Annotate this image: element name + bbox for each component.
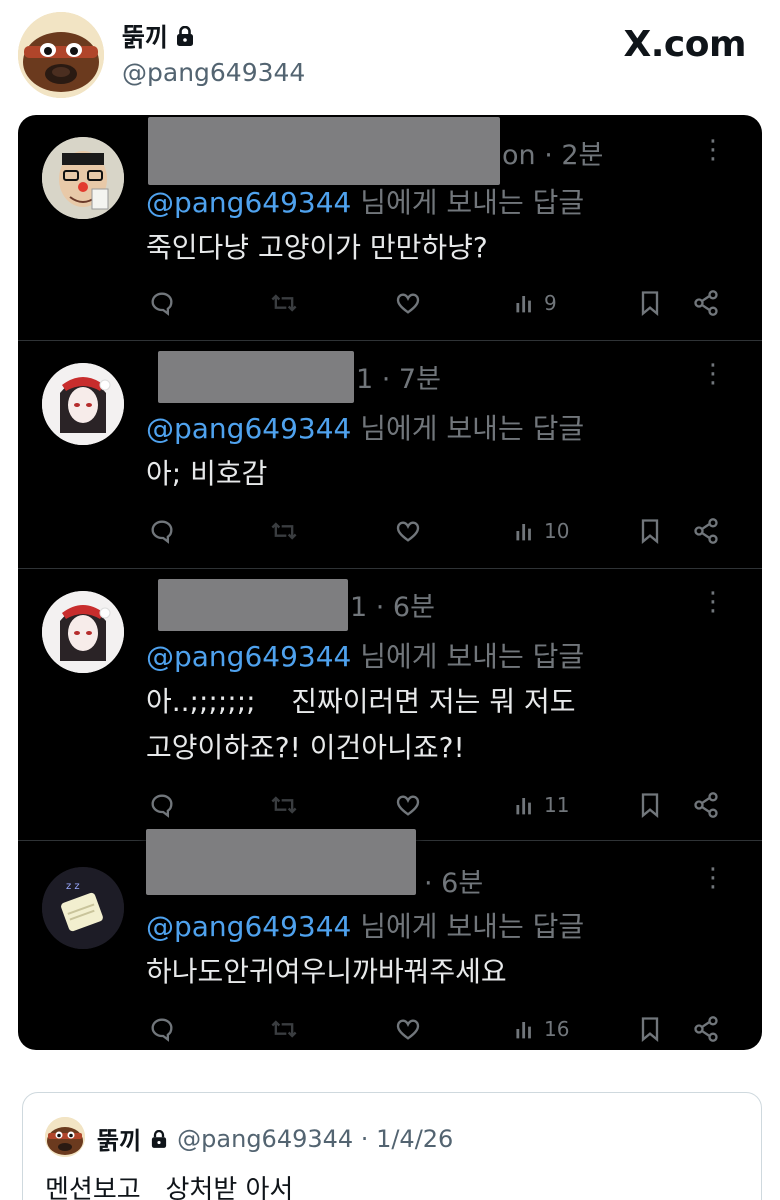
redacted-name xyxy=(158,579,348,631)
redacted-name xyxy=(146,829,416,895)
reply-icon[interactable] xyxy=(148,791,176,819)
redacted-name xyxy=(158,351,354,403)
quote-avatar[interactable] xyxy=(45,1117,85,1157)
svg-text:z z: z z xyxy=(66,881,80,892)
bookmark-icon[interactable] xyxy=(636,517,664,545)
reply-avatar[interactable] xyxy=(42,137,124,219)
views-icon xyxy=(516,1022,531,1039)
reply-item: z z · 6분 ⋮ @pang649344 님에게 보내는 답글 하나도안귀여… xyxy=(18,829,762,1050)
views-count[interactable]: 10 xyxy=(512,517,569,545)
views-count[interactable]: 11 xyxy=(512,791,569,819)
like-icon[interactable] xyxy=(394,289,422,317)
quote-text: 멘션보고 상처받 아서 xyxy=(45,1175,294,1200)
action-bar: 9 xyxy=(146,289,736,319)
share-icon[interactable] xyxy=(692,289,720,317)
views-count[interactable]: 9 xyxy=(512,289,557,317)
reply-meta: · 6분 xyxy=(424,868,484,899)
more-icon[interactable]: ⋮ xyxy=(700,361,726,387)
like-icon[interactable] xyxy=(394,1015,422,1043)
views-count[interactable]: 16 xyxy=(512,1015,569,1043)
retweet-icon[interactable] xyxy=(270,289,298,317)
reply-text-line-2: 고양이하죠?! 이건아니죠?! xyxy=(146,731,465,764)
replying-to: @pang649344 님에게 보내는 답글 xyxy=(146,910,585,943)
user-handle[interactable]: @pang649344 xyxy=(122,58,305,87)
share-icon[interactable] xyxy=(692,517,720,545)
redacted-name xyxy=(148,117,500,185)
site-logo: X.com xyxy=(623,24,746,65)
replies-screenshot: on · 2분 ⋮ @pang649344 님에게 보내는 답글 죽인다냥 고양… xyxy=(18,115,762,1050)
reply-icon[interactable] xyxy=(148,1015,176,1043)
reply-avatar[interactable] xyxy=(42,591,124,673)
retweet-icon[interactable] xyxy=(270,517,298,545)
mention-link[interactable]: @pang649344 xyxy=(146,412,351,445)
reply-meta: 1 · 7분 xyxy=(356,364,441,395)
reply-icon[interactable] xyxy=(148,289,176,317)
views-icon xyxy=(516,296,531,313)
bookmark-icon[interactable] xyxy=(636,791,664,819)
like-icon[interactable] xyxy=(394,791,422,819)
retweet-icon[interactable] xyxy=(270,791,298,819)
more-icon[interactable]: ⋮ xyxy=(700,137,726,163)
reply-text-line-1: 아..;;;;;;; 진짜이러면 저는 뭐 저도 xyxy=(146,685,576,718)
views-icon xyxy=(516,798,531,815)
quote-handle-date: @pang649344 · 1/4/26 xyxy=(177,1124,454,1153)
more-icon[interactable]: ⋮ xyxy=(700,865,726,891)
reply-text: 아; 비호감 xyxy=(146,457,268,490)
reply-item: 1 · 7분 ⋮ @pang649344 님에게 보내는 답글 아; 비호감 1… xyxy=(18,341,762,569)
quoted-post[interactable]: 뚥끼 @pang649344 · 1/4/26 멘션보고 상처받 아서 xyxy=(22,1092,762,1200)
action-bar: 16 xyxy=(146,1015,736,1045)
lock-icon xyxy=(152,1129,167,1148)
reply-meta: on · 2분 xyxy=(502,140,604,171)
reply-item: 1 · 6분 ⋮ @pang649344 님에게 보내는 답글 아..;;;;;… xyxy=(18,569,762,841)
reply-icon[interactable] xyxy=(148,517,176,545)
like-icon[interactable] xyxy=(394,517,422,545)
mention-link[interactable]: @pang649344 xyxy=(146,186,351,219)
replying-to: @pang649344 님에게 보내는 답글 xyxy=(146,640,585,673)
quote-display-name[interactable]: 뚥끼 xyxy=(97,1121,141,1156)
reply-meta: 1 · 6분 xyxy=(350,592,435,623)
mention-link[interactable]: @pang649344 xyxy=(146,640,351,673)
replying-to: @pang649344 님에게 보내는 답글 xyxy=(146,412,585,445)
retweet-icon[interactable] xyxy=(270,1015,298,1043)
profile-avatar[interactable] xyxy=(18,12,104,98)
more-icon[interactable]: ⋮ xyxy=(700,589,726,615)
replying-to: @pang649344 님에게 보내는 답글 xyxy=(146,186,585,219)
action-bar: 10 xyxy=(146,517,736,547)
action-bar: 11 xyxy=(146,791,736,821)
bookmark-icon[interactable] xyxy=(636,1015,664,1043)
post-header: 뚥끼 @pang649344 X.com xyxy=(0,0,780,110)
share-icon[interactable] xyxy=(692,1015,720,1043)
reply-text: 하나도안귀여우니까바꿔주세요 xyxy=(146,955,507,988)
lock-icon xyxy=(177,26,194,46)
display-name[interactable]: 뚥끼 xyxy=(122,18,168,54)
share-icon[interactable] xyxy=(692,791,720,819)
bookmark-icon[interactable] xyxy=(636,289,664,317)
mention-link[interactable]: @pang649344 xyxy=(146,910,351,943)
views-icon xyxy=(516,524,531,541)
reply-avatar[interactable] xyxy=(42,363,124,445)
reply-item: on · 2분 ⋮ @pang649344 님에게 보내는 답글 죽인다냥 고양… xyxy=(18,115,762,341)
reply-text: 죽인다냥 고양이가 만만하냥? xyxy=(146,231,488,264)
reply-avatar[interactable]: z z xyxy=(42,867,124,949)
